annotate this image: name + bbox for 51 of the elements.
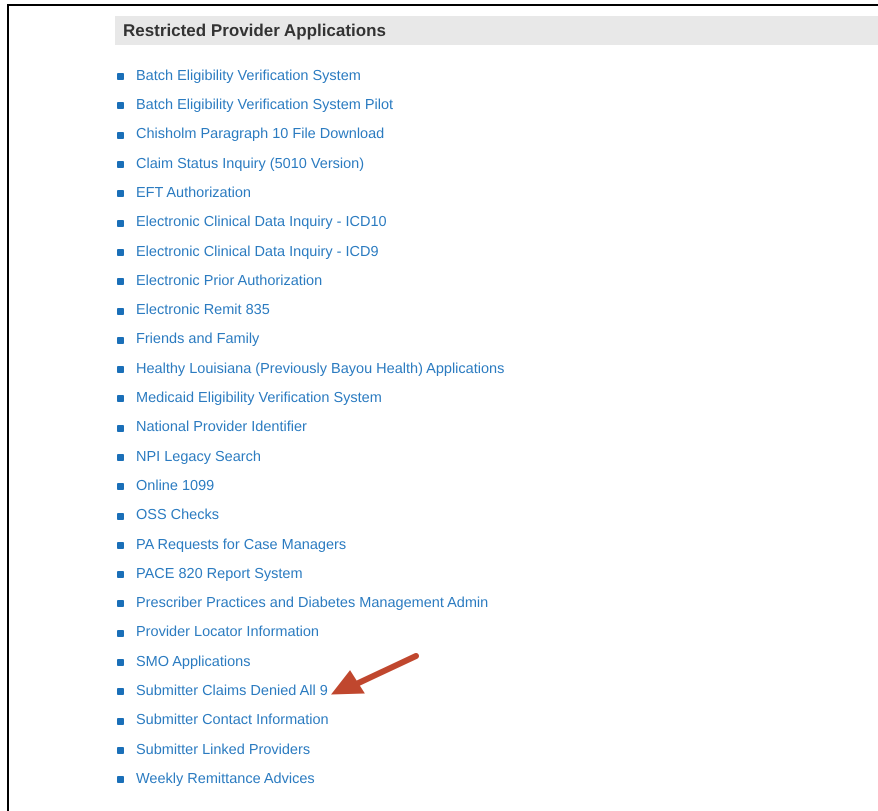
bullet-icon xyxy=(117,161,124,168)
application-link[interactable]: PA Requests for Case Managers xyxy=(136,534,346,556)
application-link[interactable]: Electronic Clinical Data Inquiry - ICD10 xyxy=(136,212,387,234)
application-link[interactable]: Electronic Clinical Data Inquiry - ICD9 xyxy=(136,242,379,264)
application-link[interactable]: Submitter Linked Providers xyxy=(136,740,310,762)
bullet-icon xyxy=(117,220,124,227)
bullet-icon xyxy=(117,248,124,256)
bullet-icon xyxy=(117,336,124,344)
application-link[interactable]: PACE 820 Report System xyxy=(136,564,303,586)
section-title: Restricted Provider Applications xyxy=(123,20,386,42)
bullet-icon xyxy=(117,395,124,402)
bullet-icon xyxy=(117,542,124,549)
bullet-icon xyxy=(117,424,124,432)
application-link[interactable]: Medicaid Eligibility Verification System xyxy=(136,388,382,410)
bullet-icon xyxy=(117,454,124,461)
application-link[interactable]: Healthy Louisiana (Previously Bayou Health) Applications xyxy=(136,358,504,380)
application-link[interactable]: Electronic Remit 835 xyxy=(136,300,270,322)
application-link[interactable]: Submitter Contact Information xyxy=(136,710,329,732)
application-link[interactable]: National Provider Identifier xyxy=(136,417,307,440)
application-link[interactable]: Batch Eligibility Verification System Pilot xyxy=(136,95,394,117)
bullet-icon xyxy=(117,688,124,696)
application-link[interactable]: Friends and Family xyxy=(136,329,260,352)
bullet-icon xyxy=(117,102,124,110)
application-link[interactable]: Batch Eligibility Verification System xyxy=(136,66,361,88)
bullet-icon xyxy=(117,776,124,784)
bullet-icon xyxy=(117,630,124,637)
bullet-icon xyxy=(117,571,124,578)
application-link[interactable]: Chisholm Paragraph 10 File Download xyxy=(136,124,384,146)
bullet-icon xyxy=(117,366,124,374)
bullet-icon xyxy=(117,308,124,315)
bullet-icon xyxy=(117,600,124,608)
bullet-icon xyxy=(117,73,124,80)
bullet-icon xyxy=(117,512,124,520)
application-link[interactable]: Claim Status Inquiry (5010 Version) xyxy=(136,154,364,176)
application-link[interactable]: Provider Locator Information xyxy=(136,622,319,644)
bullet-icon xyxy=(117,483,124,490)
bullet-icon xyxy=(117,278,124,286)
application-link[interactable]: SMO Applications xyxy=(136,652,250,674)
bullet-icon xyxy=(117,746,124,754)
application-link[interactable]: Online 1099 xyxy=(136,476,214,498)
application-link[interactable]: NPI Legacy Search xyxy=(136,446,261,468)
application-link[interactable]: EFT Authorization xyxy=(136,182,251,205)
application-link[interactable]: Weekly Remittance Advices xyxy=(136,768,315,791)
application-link[interactable]: Prescriber Practices and Diabetes Management Admin xyxy=(136,593,488,615)
application-link[interactable]: Electronic Prior Authorization xyxy=(136,270,322,293)
bullet-icon xyxy=(117,132,124,139)
bullet-icon xyxy=(117,659,124,666)
application-link[interactable]: OSS Checks xyxy=(136,505,219,527)
bullet-icon xyxy=(117,718,124,725)
application-link[interactable]: Submitter Claims Denied All 9 xyxy=(136,681,328,703)
bullet-icon xyxy=(117,190,124,198)
